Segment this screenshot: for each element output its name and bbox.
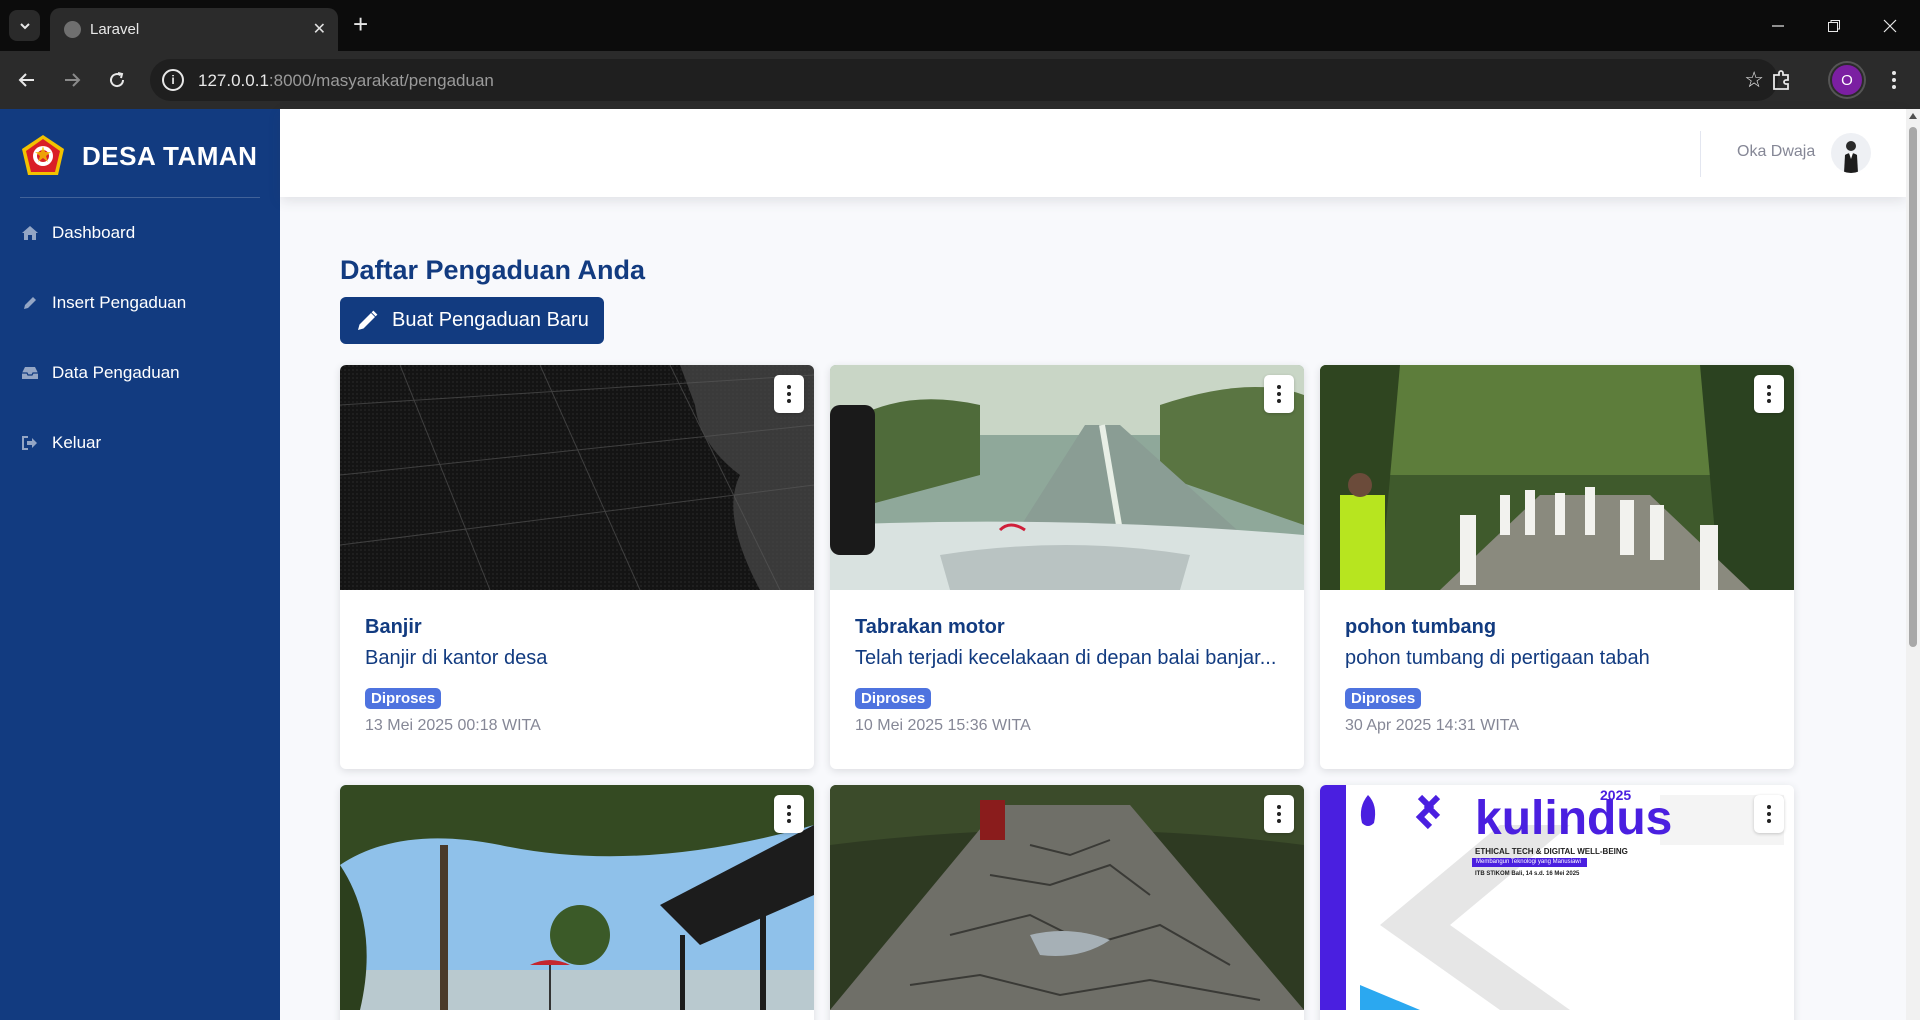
- close-icon[interactable]: ✕: [313, 19, 326, 39]
- complaint-card[interactable]: [340, 785, 814, 1020]
- pencil-icon: [20, 293, 40, 313]
- sidebar-divider: [20, 197, 260, 198]
- complaint-card[interactable]: Tabrakan motor Telah terjadi kecelakaan …: [830, 365, 1304, 769]
- page-scrollbar[interactable]: [1906, 109, 1920, 1020]
- user-name[interactable]: Oka Dwaja: [1737, 143, 1815, 161]
- sidebar-brand[interactable]: DESA TAMAN: [20, 133, 257, 179]
- inbox-icon: [20, 363, 40, 383]
- card-date: 30 Apr 2025 14:31 WITA: [1345, 717, 1520, 734]
- card-description: Telah terjadi kecelakaan di depan balai …: [855, 647, 1277, 669]
- poster-event: ITB STIKOM Bali, 14 s.d. 16 Mei 2025: [1475, 871, 1580, 877]
- complaint-card[interactable]: Banjir Banjir di kantor desa Diproses 13…: [340, 365, 814, 769]
- url-text: 127.0.0.1:8000/masyarakat/pengaduan: [198, 71, 494, 90]
- arrow-right-icon: [65, 73, 81, 87]
- chevron-down-icon: [19, 22, 30, 29]
- poster-tagline: ETHICAL TECH & DIGITAL WELL-BEING: [1475, 847, 1628, 856]
- card-description: Banjir di kantor desa: [365, 647, 548, 669]
- complaint-image: kulindus 2025 ETHICAL TECH & DIGITAL WEL…: [1320, 785, 1794, 1010]
- sidebar-item-keluar[interactable]: Keluar: [20, 425, 101, 461]
- scroll-up-arrow-icon[interactable]: [1909, 113, 1917, 119]
- more-vertical-icon: [1892, 71, 1896, 89]
- complaint-image: [340, 785, 814, 1010]
- back-button[interactable]: [10, 63, 44, 97]
- forward-button[interactable]: [55, 63, 89, 97]
- complaint-card[interactable]: kulindus 2025 ETHICAL TECH & DIGITAL WEL…: [1320, 785, 1794, 1020]
- card-menu-button[interactable]: [774, 795, 804, 833]
- card-menu-button[interactable]: [1264, 375, 1294, 413]
- bookmark-star-icon[interactable]: ☆: [1744, 67, 1764, 93]
- village-logo-icon: [22, 135, 64, 175]
- pencil-icon: [358, 310, 378, 330]
- sidebar-item-label: Dashboard: [52, 223, 136, 242]
- card-date: 13 Mei 2025 00:18 WITA: [365, 717, 541, 734]
- status-badge: Diproses: [365, 688, 442, 709]
- sidebar-item-label: Keluar: [52, 433, 102, 452]
- card-menu-button[interactable]: [1264, 795, 1294, 833]
- restore-button[interactable]: [1806, 0, 1862, 51]
- sidebar: DESA TAMAN Dashboard Insert Pengaduan Da…: [0, 109, 280, 1020]
- browser-menu-button[interactable]: [1877, 63, 1911, 97]
- globe-icon: [64, 21, 81, 38]
- poster-year: 2025: [1600, 787, 1632, 803]
- minimize-button[interactable]: [1750, 0, 1806, 51]
- sidebar-item-label: Insert Pengaduan: [52, 293, 187, 312]
- restore-icon: [1828, 19, 1840, 32]
- reload-button[interactable]: [100, 63, 134, 97]
- card-date: 10 Mei 2025 15:36 WITA: [855, 717, 1031, 734]
- tab-title: Laravel: [90, 21, 140, 38]
- complaint-image: [830, 785, 1304, 1010]
- complaint-card[interactable]: [830, 785, 1304, 1020]
- minimize-icon: [1772, 24, 1784, 27]
- card-menu-button[interactable]: [1754, 375, 1784, 413]
- user-photo-icon: [1844, 141, 1858, 173]
- scrollbar-thumb[interactable]: [1909, 127, 1917, 647]
- new-tab-button[interactable]: +: [353, 11, 368, 37]
- poster-subtagline: Membangun Teknologi yang Manusiawi: [1476, 859, 1581, 865]
- arrow-left-icon: [18, 73, 34, 87]
- card-title: Banjir: [365, 616, 422, 638]
- status-badge: Diproses: [855, 688, 932, 709]
- user-avatar[interactable]: [1831, 133, 1871, 173]
- extensions-button[interactable]: [1764, 63, 1798, 97]
- sidebar-item-label: Data Pengaduan: [52, 363, 180, 382]
- address-bar[interactable]: i 127.0.0.1:8000/masyarakat/pengaduan ☆: [150, 59, 1778, 101]
- puzzle-icon: [1773, 70, 1789, 90]
- browser-tab[interactable]: Laravel ✕: [50, 8, 338, 51]
- create-complaint-button[interactable]: Buat Pengaduan Baru: [340, 297, 604, 344]
- sidebar-item-data-pengaduan[interactable]: Data Pengaduan: [20, 355, 180, 391]
- close-window-icon: [1883, 19, 1897, 32]
- site-info-icon[interactable]: i: [162, 69, 184, 91]
- brand-name: DESA TAMAN: [82, 140, 258, 171]
- browser-toolbar: i 127.0.0.1:8000/masyarakat/pengaduan ☆ …: [0, 51, 1920, 109]
- browser-tabstrip: Laravel ✕ +: [0, 0, 1920, 51]
- complaint-image: [830, 365, 1304, 590]
- reload-icon: [110, 72, 125, 88]
- topbar-divider: [1700, 131, 1701, 177]
- card-title: Tabrakan motor: [855, 616, 1005, 638]
- complaint-card[interactable]: pohon tumbang pohon tumbang di pertigaan…: [1320, 365, 1794, 769]
- tab-search-button[interactable]: [9, 10, 40, 41]
- sidebar-item-insert-pengaduan[interactable]: Insert Pengaduan: [20, 285, 186, 321]
- card-menu-button[interactable]: [1754, 795, 1784, 833]
- status-badge: Diproses: [1345, 688, 1422, 709]
- profile-avatar[interactable]: O: [1830, 63, 1864, 97]
- logout-icon: [20, 433, 40, 453]
- card-description: pohon tumbang di pertigaan tabah: [1345, 647, 1650, 669]
- poster-title: kulindus: [1475, 792, 1673, 845]
- page-title: Daftar Pengaduan Anda: [340, 255, 646, 285]
- complaint-image: [340, 365, 814, 590]
- complaint-image: [1320, 365, 1794, 590]
- topbar: Oka Dwaja: [280, 109, 1906, 197]
- sidebar-item-dashboard[interactable]: Dashboard: [20, 215, 135, 251]
- card-menu-button[interactable]: [774, 375, 804, 413]
- create-complaint-label: Buat Pengaduan Baru: [392, 309, 589, 331]
- home-icon: [20, 223, 40, 243]
- card-title: pohon tumbang: [1345, 616, 1497, 638]
- close-window-button[interactable]: [1862, 0, 1918, 51]
